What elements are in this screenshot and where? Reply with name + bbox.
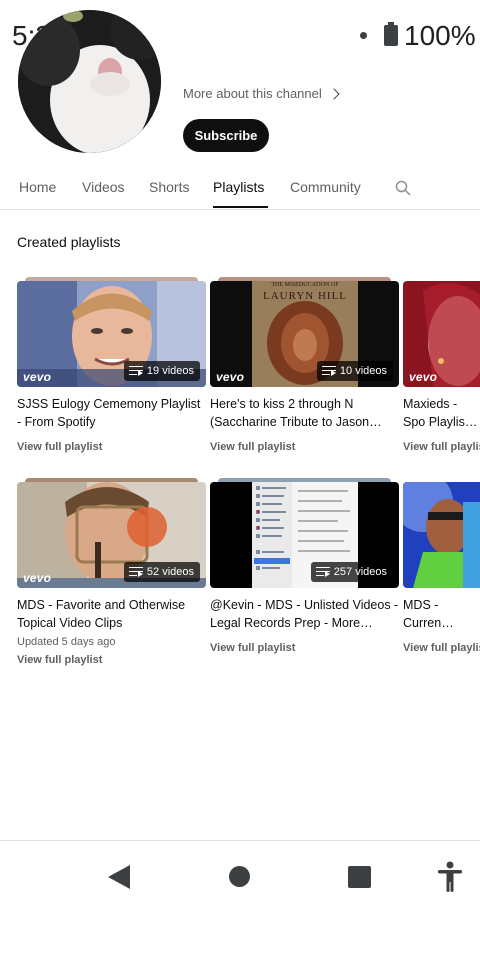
tab-home[interactable]: Home <box>19 179 56 195</box>
tab-community[interactable]: Community <box>290 179 361 195</box>
playlist-card[interactable]: vevo 19 videos SJSS Eulogy Cememony Play… <box>17 277 206 453</box>
playlist-icon <box>321 366 336 376</box>
system-nav-bar <box>0 840 480 960</box>
video-count: 10 videos <box>339 365 387 377</box>
playlist-card[interactable]: MDS - Curren Playlist View full playlis <box>403 482 480 654</box>
video-count: 19 videos <box>146 365 194 377</box>
playlist-title[interactable]: MDS - Curren Playlist <box>403 596 480 632</box>
vevo-logo: vevo <box>409 370 438 384</box>
playlist-thumbnail[interactable]: vevo <box>403 281 480 387</box>
active-tab-indicator <box>213 206 268 208</box>
playlist-thumbnail[interactable]: THE MISEDUCATION OF LAURYN HILL vevo 10 … <box>210 281 399 387</box>
playlist-title[interactable]: @Kevin - MDS - Unlisted Videos - Legal R… <box>210 596 399 632</box>
tab-videos[interactable]: Videos <box>82 179 125 195</box>
playlist-thumbnail[interactable]: 257 videos <box>210 482 399 588</box>
playlist-title[interactable]: MDS - Favorite and Otherwise Topical Vid… <box>17 596 206 632</box>
video-count-badge: 19 videos <box>123 361 200 381</box>
channel-tabs: Home Videos Shorts Playlists Community <box>0 170 480 210</box>
playlist-icon <box>128 567 143 577</box>
playlist-thumbnail[interactable]: vevo 19 videos <box>17 281 206 387</box>
playlist-thumbnail[interactable] <box>403 482 480 588</box>
video-count-badge: 10 videos <box>316 361 393 381</box>
view-full-playlist-link[interactable]: View full playlist <box>210 441 399 453</box>
playlist-card[interactable]: vevo Maxieds - Spo Playlist Entrie View … <box>403 281 480 453</box>
playlist-title[interactable]: Here's to kiss 2 through N (Saccharine T… <box>210 395 399 431</box>
home-icon[interactable] <box>229 866 250 887</box>
playlist-title[interactable]: Maxieds - Spo Playlist Entrie <box>403 395 480 431</box>
tab-playlists[interactable]: Playlists <box>213 179 264 195</box>
subscribe-button[interactable]: Subscribe <box>183 119 269 152</box>
view-full-playlist-link[interactable]: View full playlis <box>403 642 480 654</box>
video-count-badge: 257 videos <box>310 562 393 582</box>
playlist-updated: Updated 5 days ago <box>17 636 116 648</box>
playlist-icon <box>128 366 143 376</box>
playlist-title[interactable]: SJSS Eulogy Cememony Playlist - From Spo… <box>17 395 206 431</box>
vevo-logo: vevo <box>23 370 52 384</box>
vevo-logo: vevo <box>23 571 52 585</box>
section-title: Created playlists <box>17 234 121 250</box>
recents-icon[interactable] <box>348 866 371 888</box>
channel-avatar[interactable] <box>18 10 161 153</box>
video-count: 257 videos <box>333 566 387 578</box>
search-icon[interactable] <box>395 180 411 196</box>
signal-dot-icon <box>360 32 367 39</box>
battery-percent: 100% <box>404 20 476 51</box>
view-full-playlist-link[interactable]: View full playlis <box>403 441 480 453</box>
back-icon[interactable] <box>108 865 130 889</box>
video-count: 52 videos <box>146 566 194 578</box>
view-full-playlist-link[interactable]: View full playlist <box>17 654 206 666</box>
playlist-thumbnail[interactable]: vevo 52 videos <box>17 482 206 588</box>
playlist-card[interactable]: 257 videos @Kevin - MDS - Unlisted Video… <box>210 478 399 654</box>
more-about-channel-link[interactable]: More about this channel <box>183 86 340 101</box>
view-full-playlist-link[interactable]: View full playlist <box>210 642 399 654</box>
album-title-line2: LAURYN HILL <box>262 290 348 302</box>
vevo-logo: vevo <box>216 370 245 384</box>
chevron-right-icon <box>328 88 340 100</box>
album-title-line1: THE MISEDUCATION OF <box>271 282 339 288</box>
more-about-label: More about this channel <box>183 86 322 101</box>
video-count-badge: 52 videos <box>123 562 200 582</box>
view-full-playlist-link[interactable]: View full playlist <box>17 441 206 453</box>
thumbnail-image <box>403 482 480 588</box>
playlist-card[interactable]: THE MISEDUCATION OF LAURYN HILL vevo 10 … <box>210 277 399 453</box>
playlist-icon <box>315 567 330 577</box>
tab-shorts[interactable]: Shorts <box>149 179 189 195</box>
playlist-card[interactable]: vevo 52 videos MDS - Favorite and Otherw… <box>17 478 206 666</box>
battery-icon <box>384 22 398 46</box>
accessibility-icon[interactable] <box>437 861 463 893</box>
